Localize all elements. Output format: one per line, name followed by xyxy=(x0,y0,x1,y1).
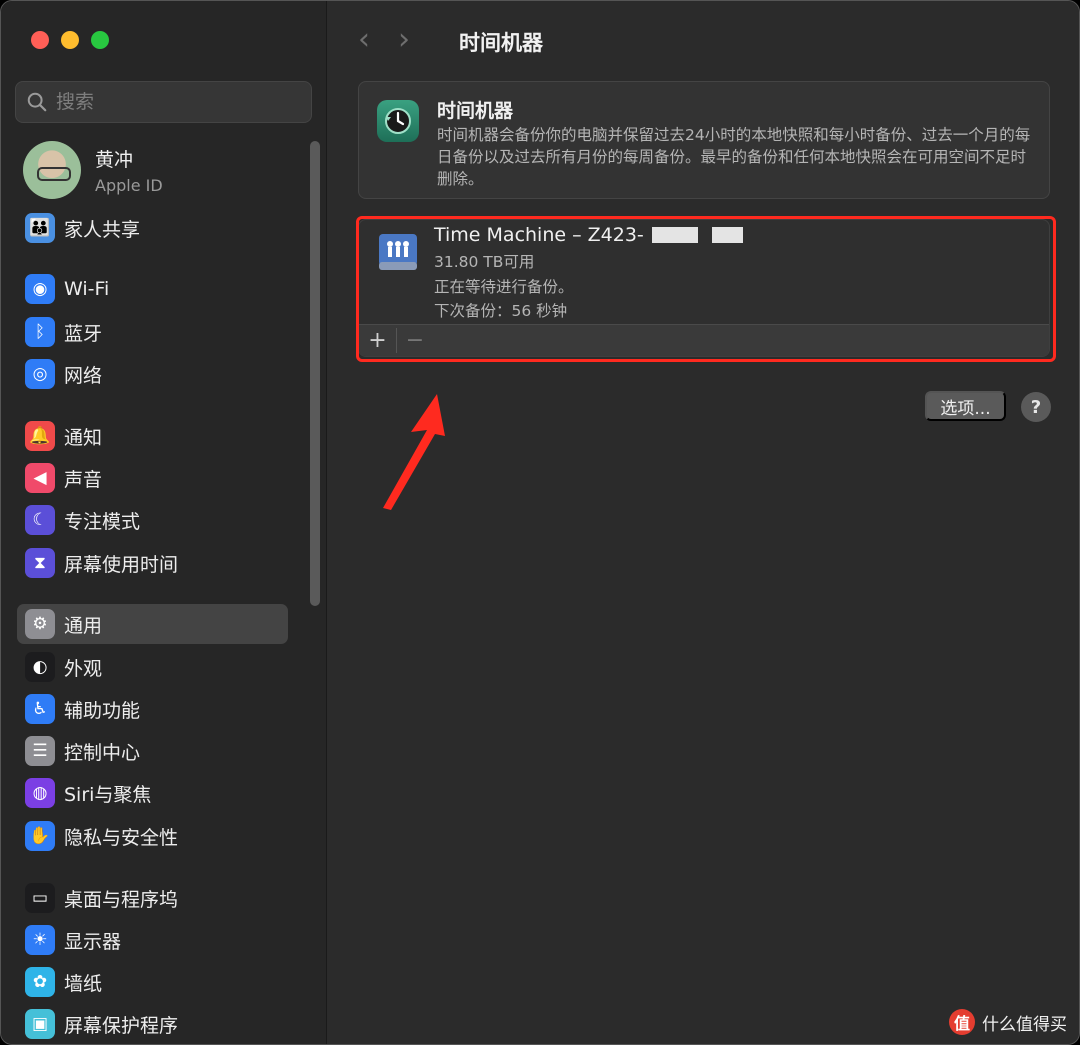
hand-icon: ✋ xyxy=(25,821,55,851)
bell-icon: 🔔 xyxy=(25,421,55,451)
sidebar-item-label: 通用 xyxy=(64,614,103,637)
screensaver-icon: ▣ xyxy=(25,1009,55,1039)
bluetooth-icon: ᛒ xyxy=(25,317,55,347)
wifi-icon: ◉ xyxy=(25,274,55,304)
apple-id-profile[interactable]: 黄冲 Apple ID xyxy=(23,141,163,199)
sidebar-item-label: Siri与聚焦 xyxy=(64,783,152,806)
toggles-icon: ☰ xyxy=(25,736,55,766)
hourglass-icon: ⧗ xyxy=(25,548,55,578)
search-input[interactable] xyxy=(56,91,296,113)
siri-icon: ◍ xyxy=(25,778,55,808)
watermark-logo-icon: 值 xyxy=(949,1009,975,1035)
sidebar-item[interactable]: ⚙ 通用 xyxy=(17,604,288,644)
sidebar-item-label: 屏幕使用时间 xyxy=(64,553,179,576)
sidebar-item[interactable]: ◍ Siri与聚焦 xyxy=(17,773,288,813)
info-description: 时间机器会备份你的电脑并保留过去24小时的本地快照和每小时备份、过去一个月的每日… xyxy=(437,126,1031,188)
sidebar-item[interactable]: ◉ Wi-Fi xyxy=(17,269,288,309)
flower-icon: ✿ xyxy=(25,967,55,997)
sidebar-item[interactable]: ☰ 控制中心 xyxy=(17,731,288,771)
options-button[interactable]: 选项... xyxy=(925,391,1006,421)
window-controls xyxy=(31,31,109,49)
sidebar-item[interactable]: ◎ 网络 xyxy=(17,354,288,394)
minimize-window-button[interactable] xyxy=(61,31,79,49)
profile-name: 黄冲 xyxy=(95,149,134,171)
time-machine-icon xyxy=(377,100,419,142)
sidebar-item[interactable]: ◐ 外观 xyxy=(17,647,288,687)
sidebar-item[interactable]: ◀ 声音 xyxy=(17,458,288,498)
sidebar-item-label: Wi-Fi xyxy=(64,278,110,300)
sidebar: 黄冲 Apple ID 👪 家人共享 ◉ Wi-Fi ᛒ 蓝牙 ◎ 网络 🔔 通知 ◀ 声音 ☾ 专注模式… xyxy=(1,1,327,1044)
sidebar-item-label: 辅助功能 xyxy=(64,699,141,722)
sidebar-item-label: 专注模式 xyxy=(64,510,141,533)
profile-subtitle: Apple ID xyxy=(95,176,163,195)
avatar xyxy=(23,141,81,199)
sidebar-item[interactable]: ⧗ 屏幕使用时间 xyxy=(17,543,288,583)
sidebar-scrollbar[interactable] xyxy=(310,141,320,606)
forward-chevron-icon[interactable]: › xyxy=(398,25,410,55)
sidebar-item-label: 蓝牙 xyxy=(64,322,103,345)
sidebar-item-label: 声音 xyxy=(64,468,103,491)
family-icon: 👪 xyxy=(25,213,55,243)
sidebar-item[interactable]: ♿ 辅助功能 xyxy=(17,689,288,729)
main-pane: ‹ › 时间机器 时间机器 时间机器会备份你的电脑并保留过去24小时的本地快照和… xyxy=(328,1,1079,1044)
info-title: 时间机器 xyxy=(437,100,514,122)
search-field[interactable] xyxy=(15,81,312,123)
history-navigation: ‹ › xyxy=(358,25,410,55)
zoom-window-button[interactable] xyxy=(91,31,109,49)
sidebar-item[interactable]: ▣ 屏幕保护程序 xyxy=(17,1004,288,1044)
sidebar-item[interactable]: ✿ 墙纸 xyxy=(17,962,288,1002)
sidebar-item-label: 外观 xyxy=(64,657,103,680)
sidebar-item[interactable]: ☀ 显示器 xyxy=(17,920,288,960)
red-highlight-box xyxy=(356,216,1056,362)
sidebar-item-label: 显示器 xyxy=(64,930,122,953)
back-chevron-icon[interactable]: ‹ xyxy=(358,25,370,55)
gear-icon: ⚙ xyxy=(25,609,55,639)
speaker-icon: ◀ xyxy=(25,463,55,493)
page-title: 时间机器 xyxy=(459,31,543,55)
sidebar-item-label: 控制中心 xyxy=(64,741,141,764)
sidebar-item-label: 桌面与程序坞 xyxy=(64,888,179,911)
sidebar-item[interactable]: 🔔 通知 xyxy=(17,416,288,456)
sidebar-item-label: 网络 xyxy=(64,364,103,387)
sidebar-item-label: 隐私与安全性 xyxy=(64,826,179,849)
sun-icon: ☀ xyxy=(25,925,55,955)
sidebar-item[interactable]: 👪 家人共享 xyxy=(17,208,288,248)
sidebar-item[interactable]: ☾ 专注模式 xyxy=(17,500,288,540)
close-window-button[interactable] xyxy=(31,31,49,49)
sidebar-item-label: 墙纸 xyxy=(64,972,103,995)
dock-icon: ▭ xyxy=(25,883,55,913)
help-button[interactable]: ? xyxy=(1021,392,1051,422)
sidebar-item-label: 家人共享 xyxy=(64,218,141,241)
sidebar-item-label: 屏幕保护程序 xyxy=(64,1014,179,1037)
accessibility-icon: ♿ xyxy=(25,694,55,724)
settings-window: 黄冲 Apple ID 👪 家人共享 ◉ Wi-Fi ᛒ 蓝牙 ◎ 网络 🔔 通知 ◀ 声音 ☾ 专注模式… xyxy=(0,0,1080,1045)
time-machine-info-card: 时间机器 时间机器会备份你的电脑并保留过去24小时的本地快照和每小时备份、过去一… xyxy=(358,81,1050,199)
appearance-icon: ◐ xyxy=(25,652,55,682)
sidebar-item[interactable]: ▭ 桌面与程序坞 xyxy=(17,878,288,918)
sidebar-item[interactable]: ᛒ 蓝牙 xyxy=(17,312,288,352)
globe-icon: ◎ xyxy=(25,359,55,389)
moon-icon: ☾ xyxy=(25,505,55,535)
watermark: 值 什么值得买 xyxy=(949,1009,1067,1035)
sidebar-item[interactable]: ✋ 隐私与安全性 xyxy=(17,816,288,856)
watermark-text: 什么值得买 xyxy=(982,1014,1067,1035)
sidebar-item-label: 通知 xyxy=(64,426,103,449)
search-icon xyxy=(27,92,47,112)
red-arrow-annotation xyxy=(383,394,445,510)
